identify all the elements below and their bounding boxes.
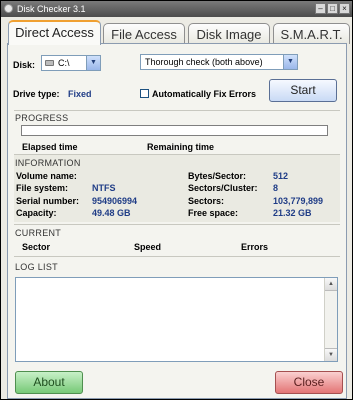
serial-number-label: Serial number: [16, 196, 80, 206]
check-mode-value: Thorough check (both above) [145, 57, 263, 67]
chevron-down-icon[interactable]: ▼ [283, 55, 297, 69]
information-section-title: INFORMATION [15, 158, 81, 168]
tab-direct-access[interactable]: Direct Access [8, 20, 101, 45]
file-system-label: File system: [16, 183, 69, 193]
disk-select-value: C:\ [58, 58, 70, 68]
chevron-down-icon[interactable]: ▼ [86, 56, 100, 70]
progress-section-title: PROGRESS [15, 113, 69, 123]
volume-name-label: Volume name: [16, 171, 77, 181]
elapsed-time-label: Elapsed time [22, 142, 78, 152]
auto-fix-label: Automatically Fix Errors [152, 89, 257, 99]
current-speed-label: Speed [134, 242, 162, 252]
sectors-per-cluster-value: 8 [273, 183, 279, 193]
capacity-label: Capacity: [16, 208, 57, 218]
sectors-label: Sectors: [188, 196, 225, 206]
divider [14, 110, 340, 111]
current-sector-label: Sector [22, 242, 51, 252]
disk-select[interactable]: C:\ ▼ [41, 55, 101, 71]
bytes-per-sector-label: Bytes/Sector: [188, 171, 247, 181]
minimize-button[interactable]: – [315, 3, 326, 14]
tab-smart[interactable]: S.M.A.R.T. [273, 23, 350, 44]
window-title: Disk Checker 3.1 [17, 4, 86, 14]
tab-disk-image[interactable]: Disk Image [188, 23, 270, 44]
log-list-title: LOG LIST [15, 262, 58, 272]
serial-number-value: 954906994 [92, 196, 138, 206]
divider [14, 256, 340, 257]
app-window: Disk Checker 3.1 – □ × Direct Access Fil… [0, 0, 353, 400]
drive-type-label: Drive type: [13, 89, 60, 99]
window-controls: – □ × [315, 3, 350, 14]
app-icon [4, 4, 13, 13]
check-mode-select[interactable]: Thorough check (both above) ▼ [140, 54, 298, 70]
drive-icon [45, 60, 54, 66]
close-window-button[interactable]: × [339, 3, 350, 14]
divider [14, 154, 340, 155]
maximize-button[interactable]: □ [327, 3, 338, 14]
scroll-down-arrow[interactable]: ▼ [325, 348, 337, 361]
divider [14, 224, 340, 225]
drive-type-value: Fixed [68, 89, 92, 99]
sectors-per-cluster-label: Sectors/Cluster: [188, 183, 258, 193]
capacity-value: 49.48 GB [92, 208, 131, 218]
current-errors-label: Errors [241, 242, 269, 252]
progress-bar [21, 125, 328, 136]
direct-access-panel: Disk: C:\ ▼ Thorough check (both above) … [7, 43, 347, 399]
bytes-per-sector-value: 512 [273, 171, 289, 181]
scroll-up-arrow[interactable]: ▲ [325, 278, 337, 291]
close-button[interactable]: Close [275, 371, 343, 394]
start-button[interactable]: Start [269, 79, 337, 102]
title-bar[interactable]: Disk Checker 3.1 – □ × [1, 1, 352, 17]
tab-file-access[interactable]: File Access [103, 23, 185, 44]
remaining-time-label: Remaining time [147, 142, 215, 152]
about-button[interactable]: About [15, 371, 83, 394]
tab-bar: Direct Access File Access Disk Image S.M… [8, 20, 350, 45]
auto-fix-checkbox[interactable] [140, 89, 149, 98]
file-system-value: NTFS [92, 183, 116, 193]
free-space-value: 21.32 GB [273, 208, 312, 218]
current-section-title: CURRENT [15, 228, 62, 238]
log-scrollbar[interactable]: ▲ ▼ [324, 278, 337, 361]
log-list-box[interactable]: ▲ ▼ [15, 277, 338, 362]
sectors-value: 103,779,899 [273, 196, 324, 206]
free-space-label: Free space: [188, 208, 239, 218]
disk-label: Disk: [13, 60, 36, 70]
